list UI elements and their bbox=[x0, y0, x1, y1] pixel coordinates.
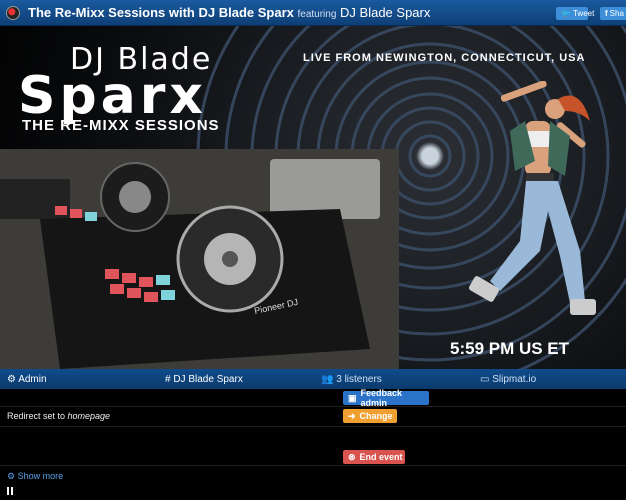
show-more-link[interactable]: ⚙ Show more bbox=[7, 471, 63, 482]
dj-channel-link[interactable]: # DJ Blade Sparx bbox=[165, 374, 243, 385]
event-title: The Re-Mixx Sessions with DJ Blade Sparx… bbox=[28, 5, 430, 20]
logo-subtitle: THE RE-MIXX SESSIONS bbox=[22, 117, 220, 134]
listeners-count[interactable]: 👥 3 listeners bbox=[321, 374, 382, 385]
pause-icon[interactable] bbox=[7, 487, 13, 495]
admin-divider bbox=[0, 465, 626, 466]
end-event-label: End event bbox=[359, 452, 403, 462]
current-time: 5:59 PM US ET bbox=[450, 339, 570, 358]
dj-controller-photo: Pioneer DJ bbox=[0, 149, 399, 369]
end-event-button[interactable]: ⊗ End event bbox=[343, 450, 405, 464]
change-label: Change bbox=[359, 411, 393, 421]
admin-tab-label: Admin bbox=[18, 373, 47, 385]
controller-illustration: Pioneer DJ bbox=[0, 149, 399, 369]
featuring-label: featuring bbox=[297, 9, 337, 20]
feedback-admin-label: Feedback admin bbox=[360, 388, 403, 408]
redirect-status: Redirect set to homepage bbox=[7, 411, 110, 421]
arrow-right-icon: ➜ bbox=[348, 410, 356, 421]
record-logo-icon bbox=[6, 5, 20, 20]
close-circle-icon: ⊗ bbox=[348, 451, 356, 462]
admin-tab[interactable]: ⚙ Admin bbox=[7, 374, 47, 385]
users-icon: 👥 bbox=[321, 373, 334, 385]
location-text: LIVE FROM NEWINGTON, CONNECTICUT, USA bbox=[303, 52, 586, 64]
gears-icon: ⚙ bbox=[7, 471, 16, 481]
slipmat-label: Slipmat.io bbox=[492, 373, 537, 385]
feedback-admin-button[interactable]: ▣ Feedback admin bbox=[343, 388, 429, 408]
tweet-button[interactable]: 🐦 Tweet bbox=[556, 7, 594, 20]
monitor-icon: ▭ bbox=[480, 373, 490, 385]
change-redirect-button[interactable]: ➜ Change bbox=[343, 409, 397, 423]
chat-icon: ▣ bbox=[348, 392, 357, 403]
share-label: Sha bbox=[609, 9, 624, 18]
slipmat-link[interactable]: ▭ Slipmat.io bbox=[480, 374, 536, 385]
gear-icon: ⚙ bbox=[7, 373, 16, 385]
redirect-target: homepage bbox=[67, 411, 111, 421]
redirect-label: Redirect set to bbox=[7, 411, 68, 421]
featuring-name: DJ Blade Sparx bbox=[340, 5, 431, 20]
admin-row-feedback: ▣ Feedback admin bbox=[0, 388, 626, 408]
listeners-label: 3 listeners bbox=[336, 373, 382, 385]
admin-panel: ▣ Feedback admin Redirect set to homepag… bbox=[0, 388, 626, 500]
dancer-image bbox=[468, 81, 596, 315]
facebook-icon: f bbox=[605, 9, 608, 18]
show-more-label: Show more bbox=[17, 471, 64, 481]
twitter-icon: 🐦 bbox=[561, 9, 571, 18]
facebook-share-button[interactable]: f Sha bbox=[600, 7, 626, 20]
event-title-text: The Re-Mixx Sessions with DJ Blade Sparx bbox=[28, 5, 294, 20]
hero-banner: DJ Blade Sparx THE RE-MIXX SESSIONS LIVE… bbox=[0, 26, 626, 369]
event-nav-bar: ⚙ Admin # DJ Blade Sparx 👥 3 listeners ▭… bbox=[0, 369, 626, 389]
tweet-label: Tweet bbox=[572, 9, 595, 18]
top-bar: The Re-Mixx Sessions with DJ Blade Sparx… bbox=[0, 0, 626, 26]
